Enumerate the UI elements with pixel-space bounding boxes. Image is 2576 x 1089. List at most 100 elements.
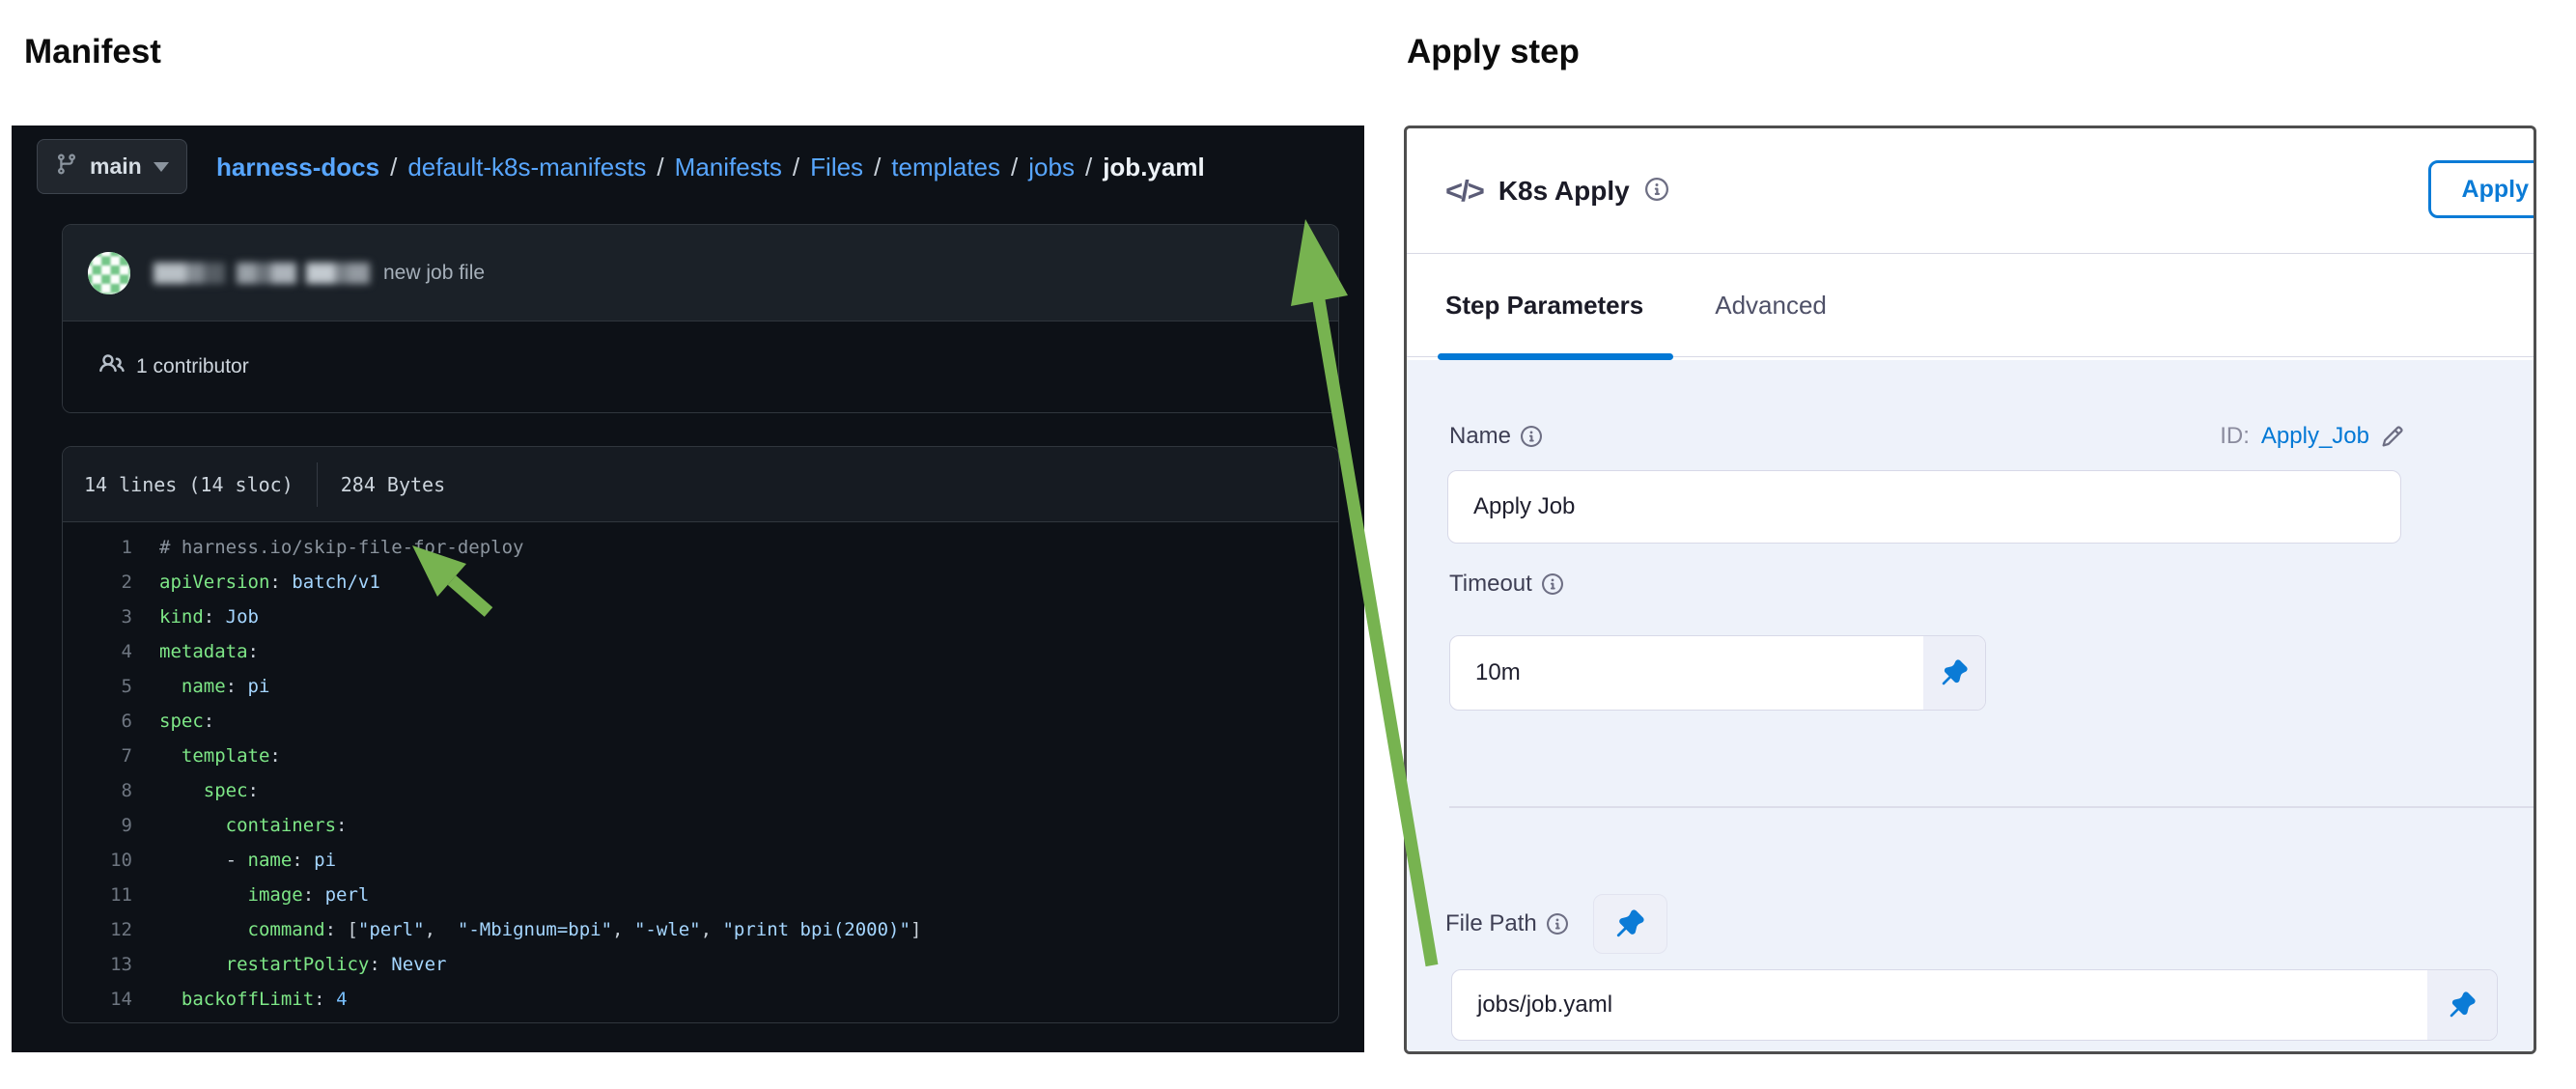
tab-step-parameters[interactable]: Step Parameters: [1445, 291, 1643, 321]
name-label-text: Name: [1449, 423, 1511, 450]
timeout-input[interactable]: 10m: [1449, 635, 1986, 711]
code-text: containers:: [132, 815, 347, 836]
id-label: ID:: [2220, 423, 2250, 450]
breadcrumb-link[interactable]: jobs: [1028, 153, 1075, 182]
code-text: command: ["perl", "-Mbignum=bpi", "-wle"…: [132, 919, 921, 940]
info-icon[interactable]: [1547, 913, 1568, 935]
timeout-pin-toggle[interactable]: [1923, 636, 1985, 710]
code-text: template:: [132, 745, 281, 767]
file-size: 284 Bytes: [341, 473, 445, 496]
code-body: 1# harness.io/skip-file-for-deploy2apiVe…: [63, 522, 1338, 1017]
line-number[interactable]: 10: [63, 850, 132, 871]
line-number[interactable]: 14: [63, 989, 132, 1010]
redacted-block: [204, 263, 225, 284]
timeout-input-value: 10m: [1475, 659, 1521, 686]
breadcrumb-link[interactable]: harness-docs: [216, 153, 379, 182]
breadcrumb-link[interactable]: Manifests: [675, 153, 782, 182]
step-parameters-content: Name ID: Apply_Job Apply Job Timeout 10m: [1407, 360, 2534, 1051]
file-meta-bar: 14 lines (14 sloc) 284 Bytes: [63, 447, 1338, 522]
pushpin-icon: [1615, 909, 1644, 938]
pushpin-icon: [1941, 659, 1968, 686]
name-id-row: Name ID: Apply_Job: [1449, 418, 2404, 455]
line-number[interactable]: 4: [63, 641, 132, 662]
code-line: 4metadata:: [63, 634, 1338, 669]
breadcrumb-separator: /: [874, 153, 881, 182]
line-number[interactable]: 13: [63, 954, 132, 975]
code-text: apiVersion: batch/v1: [132, 572, 380, 593]
id-value-link[interactable]: Apply_Job: [2261, 423, 2369, 450]
screenshot-canvas: Manifest Apply step main harness-docs / de…: [0, 0, 2576, 1089]
breadcrumb-current-file: job.yaml: [1103, 153, 1204, 182]
branch-name: main: [90, 154, 142, 180]
info-icon[interactable]: [1521, 426, 1542, 447]
name-label: Name: [1449, 423, 1542, 450]
filepath-pin-button[interactable]: [1593, 894, 1667, 954]
pushpin-icon: [2449, 991, 2476, 1019]
meta-divider: [317, 462, 318, 507]
code-line: 5 name: pi: [63, 669, 1338, 704]
line-number[interactable]: 3: [63, 606, 132, 628]
filepath-pin-toggle[interactable]: [2427, 970, 2497, 1040]
code-text: image: perl: [132, 884, 369, 906]
filepath-label: File Path: [1445, 910, 1568, 937]
info-icon[interactable]: [1542, 573, 1563, 595]
edit-pencil-icon[interactable]: [2381, 425, 2404, 448]
redacted-block: [335, 263, 349, 284]
code-line: 13 restartPolicy: Never: [63, 947, 1338, 982]
step-tabs: Step Parameters Advanced: [1407, 254, 2534, 357]
avatar[interactable]: [88, 252, 130, 294]
step-header: </> K8s Apply Apply: [1407, 128, 2534, 254]
line-number[interactable]: 2: [63, 572, 132, 593]
code-text: # harness.io/skip-file-for-deploy: [132, 537, 524, 558]
commit-message-link[interactable]: new job file: [383, 262, 485, 285]
apply-step-heading: Apply step: [1407, 33, 1580, 71]
line-number[interactable]: 6: [63, 711, 132, 732]
code-step-icon: </>: [1445, 174, 1483, 209]
contributors-link[interactable]: 1 contributor: [136, 355, 249, 378]
code-text: name: pi: [132, 676, 269, 697]
breadcrumb: harness-docs / default-k8s-manifests / Manif…: [216, 126, 1205, 209]
branch-selector-button[interactable]: main: [37, 139, 187, 194]
code-line: 3kind: Job: [63, 600, 1338, 634]
filepath-label-row: File Path: [1445, 894, 1667, 954]
redacted-block: [349, 263, 370, 284]
line-number[interactable]: 1: [63, 537, 132, 558]
timeout-label: Timeout: [1449, 571, 1563, 598]
line-number[interactable]: 9: [63, 815, 132, 836]
code-line: 6spec:: [63, 704, 1338, 739]
filepath-input[interactable]: jobs/job.yaml: [1451, 969, 2498, 1041]
line-number[interactable]: 5: [63, 676, 132, 697]
breadcrumb-link[interactable]: default-k8s-manifests: [407, 153, 646, 182]
redacted-block: [271, 263, 296, 284]
github-file-panel: main harness-docs / default-k8s-manifests /…: [12, 126, 1364, 1052]
code-line: 8 spec:: [63, 773, 1338, 808]
line-number[interactable]: 11: [63, 884, 132, 906]
code-line: 9 containers:: [63, 808, 1338, 843]
contributors-row: 1 contributor: [63, 321, 1338, 412]
section-divider: [1449, 806, 2534, 808]
timeout-label-text: Timeout: [1449, 571, 1532, 598]
breadcrumb-link[interactable]: Files: [810, 153, 863, 182]
line-number[interactable]: 8: [63, 780, 132, 801]
tab-advanced[interactable]: Advanced: [1715, 291, 1827, 321]
step-title: K8s Apply: [1498, 176, 1630, 207]
file-lines-count: 14 lines (14 sloc): [84, 473, 294, 496]
apply-changes-button[interactable]: Apply: [2428, 160, 2536, 218]
line-number[interactable]: 12: [63, 919, 132, 940]
breadcrumb-link[interactable]: templates: [891, 153, 1000, 182]
breadcrumb-separator: /: [1085, 153, 1092, 182]
breadcrumb-separator: /: [657, 153, 663, 182]
code-line: 7 template:: [63, 739, 1338, 773]
name-input[interactable]: Apply Job: [1447, 470, 2401, 544]
code-line: 2apiVersion: batch/v1: [63, 565, 1338, 600]
line-number[interactable]: 7: [63, 745, 132, 767]
people-icon: [88, 351, 136, 382]
redacted-block: [306, 263, 335, 284]
breadcrumb-separator: /: [1011, 153, 1018, 182]
code-line: 12 command: ["perl", "-Mbignum=bpi", "-w…: [63, 912, 1338, 947]
manifest-heading: Manifest: [24, 33, 161, 71]
code-text: - name: pi: [132, 850, 336, 871]
info-icon[interactable]: [1645, 178, 1668, 206]
breadcrumb-separator: /: [390, 153, 397, 182]
identicon-image: [88, 252, 130, 294]
